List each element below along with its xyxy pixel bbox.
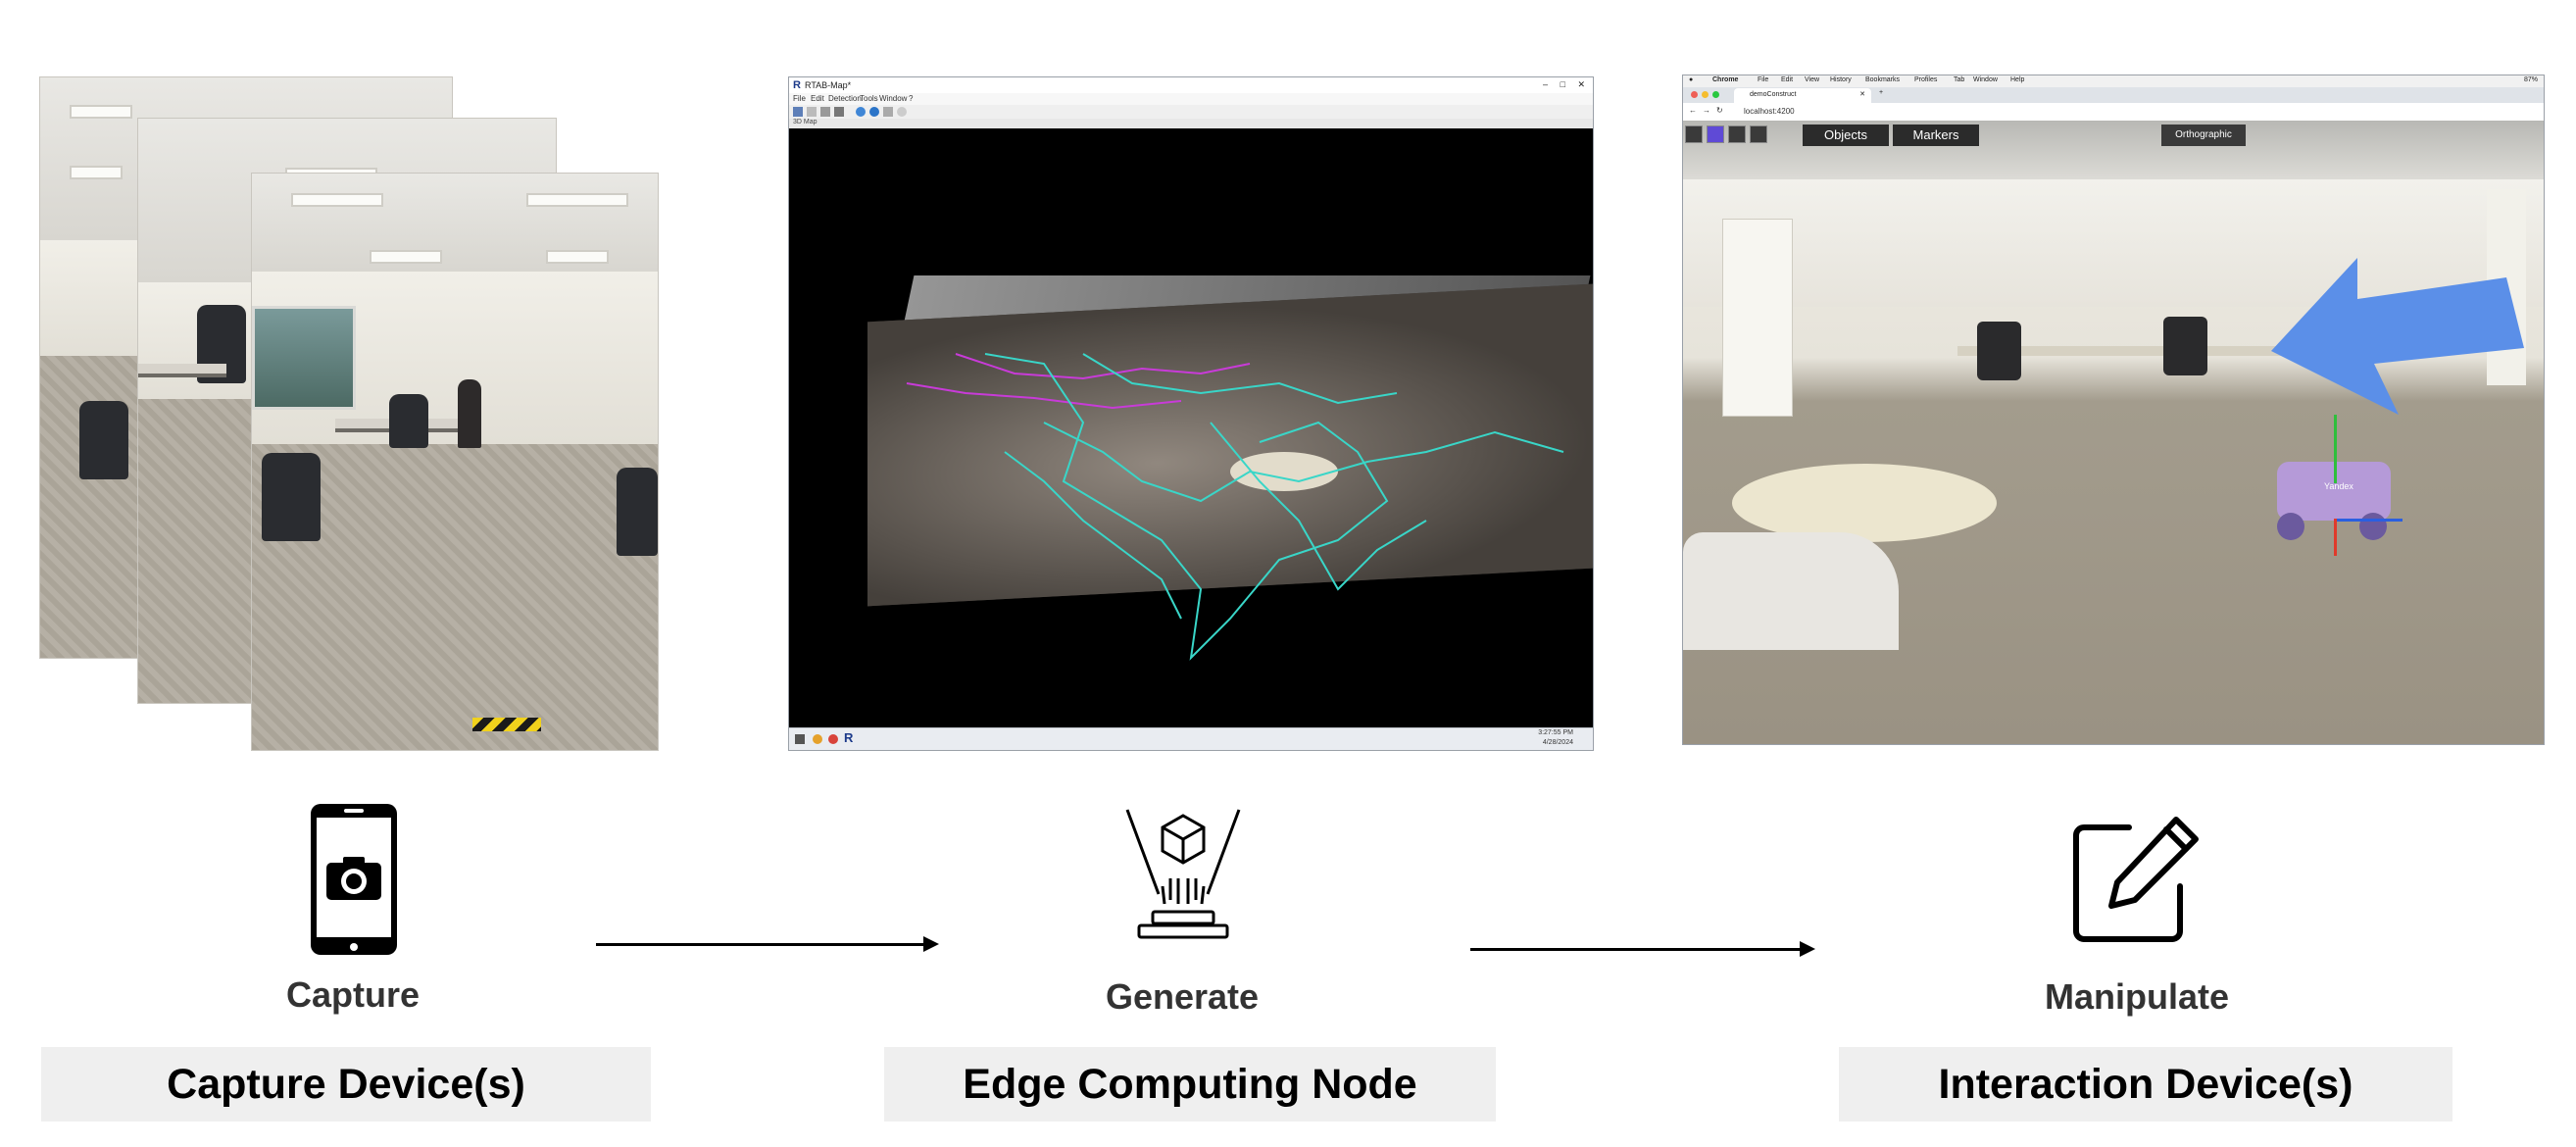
gizmo-z-axis[interactable] [2334,519,2337,556]
toolbar-icon[interactable] [793,107,803,117]
smartphone-camera-icon [311,804,397,955]
toolbar-icon[interactable] [807,107,817,117]
view-mode-label: Orthographic [2175,129,2232,140]
forward-icon[interactable]: → [1703,106,1710,115]
robot-label: Yandex [2324,481,2353,491]
minimize-icon[interactable]: – [1543,79,1548,89]
mac-menubar: ● Chrome File Edit View History Bookmark… [1683,75,2544,87]
toolbar-icon[interactable] [834,107,844,117]
browser-tab[interactable]: demoConstruct ✕ [1734,88,1871,103]
rtabmap-taskbar-icon[interactable]: R [844,730,853,745]
tab-title: demoConstruct [1750,91,1797,98]
toolbar-icon[interactable] [869,107,879,117]
menu-detection[interactable]: Detection [828,94,862,103]
close-icon[interactable]: ✕ [1577,79,1585,90]
browser-window: ● Chrome File Edit View History Bookmark… [1682,75,2545,745]
window-menubar: File Edit Detection Tools Window ? [789,93,1593,105]
mac-menu-edit[interactable]: Edit [1781,76,1793,83]
window-toolbar [789,105,1593,120]
menu-window[interactable]: Window [879,94,907,103]
rotate-tool-icon[interactable] [1728,125,1746,143]
stage-label-capture: Capture [285,974,421,1015]
device-label-interaction: Interaction Device(s) [1938,1061,2353,1108]
scan-chair [2163,317,2207,375]
stage-label-manipulate: Manipulate [2044,976,2229,1017]
tray-clock-date: 4/28/2024 [1542,739,1573,746]
robot-wheel [2359,513,2387,540]
menu-tools[interactable]: Tools [860,94,878,103]
scan-cabinet [1722,219,1793,417]
back-icon[interactable]: ← [1689,106,1697,115]
editor-toolbar [1685,123,1803,144]
mac-menu-chrome[interactable]: Chrome [1712,76,1738,83]
3d-scene-editor[interactable]: Objects Markers Orthographic Yandex [1683,121,2544,744]
start-icon[interactable] [795,734,805,744]
device-band-interaction: Interaction Device(s) [1839,1047,2452,1122]
zoom-window-icon[interactable] [1712,91,1719,98]
url-input[interactable]: localhost:4200 [1744,107,1795,116]
browser-tab-bar: demoConstruct ✕ + [1683,87,2544,103]
view-panel-header: 3D Map [789,119,1593,128]
battery-level: 87% [2523,76,2538,83]
rtabmap-window: R RTAB-Map* – □ ✕ File Edit Detection To… [788,76,1594,751]
gizmo-y-axis[interactable] [2334,415,2337,483]
browser-icon[interactable] [813,734,822,744]
scan-round-table [1732,464,1997,542]
pointer-arrow [2271,258,2524,415]
orthographic-toggle[interactable]: Orthographic [2161,125,2246,146]
stage-label-generate: Generate [1105,976,1260,1017]
window-title: RTAB-Map* [805,80,852,90]
point-cloud-viewport[interactable] [789,128,1593,728]
mac-menu-profiles[interactable]: Profiles [1914,76,1937,83]
gizmo-x-axis[interactable] [2334,519,2403,522]
trajectory-graph [906,353,1564,661]
apple-icon[interactable]: ● [1689,76,1693,83]
new-tab-icon[interactable]: + [1879,89,1883,96]
scale-tool-icon[interactable] [1750,125,1767,143]
menu-help[interactable]: ? [909,94,913,103]
pause-icon[interactable] [883,107,893,117]
reload-icon[interactable]: ↻ [1716,106,1723,115]
windows-taskbar: R 3:27:55 PM 4/28/2024 [789,727,1593,750]
move-tool-icon[interactable] [1707,125,1724,143]
device-label-edge: Edge Computing Node [963,1061,1417,1108]
markers-button[interactable]: Markers [1893,125,1979,146]
capture-photo-3 [251,173,659,751]
edit-square-icon [2073,817,2199,942]
scan-chair [1977,322,2021,380]
robot-wheel [2277,513,2304,540]
toolbar-icon[interactable] [820,107,830,117]
objects-button[interactable]: Objects [1803,125,1889,146]
menu-file[interactable]: File [793,94,806,103]
window-titlebar: R RTAB-Map* – □ ✕ [789,77,1593,93]
device-label-capture: Capture Device(s) [167,1061,525,1108]
close-window-icon[interactable] [1691,91,1698,98]
panel-title: 3D Map [793,119,817,125]
mac-menu-history[interactable]: History [1830,76,1852,83]
mac-menu-file[interactable]: File [1758,76,1768,83]
scan-sofa [1683,532,1899,650]
address-bar: ← → ↻ localhost:4200 [1683,103,2544,122]
stop-icon[interactable] [897,107,907,117]
menu-edit[interactable]: Edit [811,94,824,103]
device-band-capture: Capture Device(s) [41,1047,651,1122]
mac-menu-bookmarks[interactable]: Bookmarks [1865,76,1900,83]
maximize-icon[interactable]: □ [1560,79,1565,89]
app-logo-icon: R [793,79,801,91]
select-tool-icon[interactable] [1685,125,1703,143]
hologram-cube-icon [1125,809,1241,939]
minimize-window-icon[interactable] [1702,91,1709,98]
mac-menu-tab[interactable]: Tab [1954,76,1964,83]
device-band-edge: Edge Computing Node [884,1047,1496,1122]
tray-clock-time: 3:27:55 PM [1538,729,1573,736]
refresh-icon[interactable] [856,107,866,117]
mac-menu-help[interactable]: Help [2010,76,2024,83]
mac-menu-view[interactable]: View [1805,76,1819,83]
mac-menu-window[interactable]: Window [1973,76,1998,83]
tab-close-icon[interactable]: ✕ [1859,90,1865,98]
app-icon[interactable] [828,734,838,744]
